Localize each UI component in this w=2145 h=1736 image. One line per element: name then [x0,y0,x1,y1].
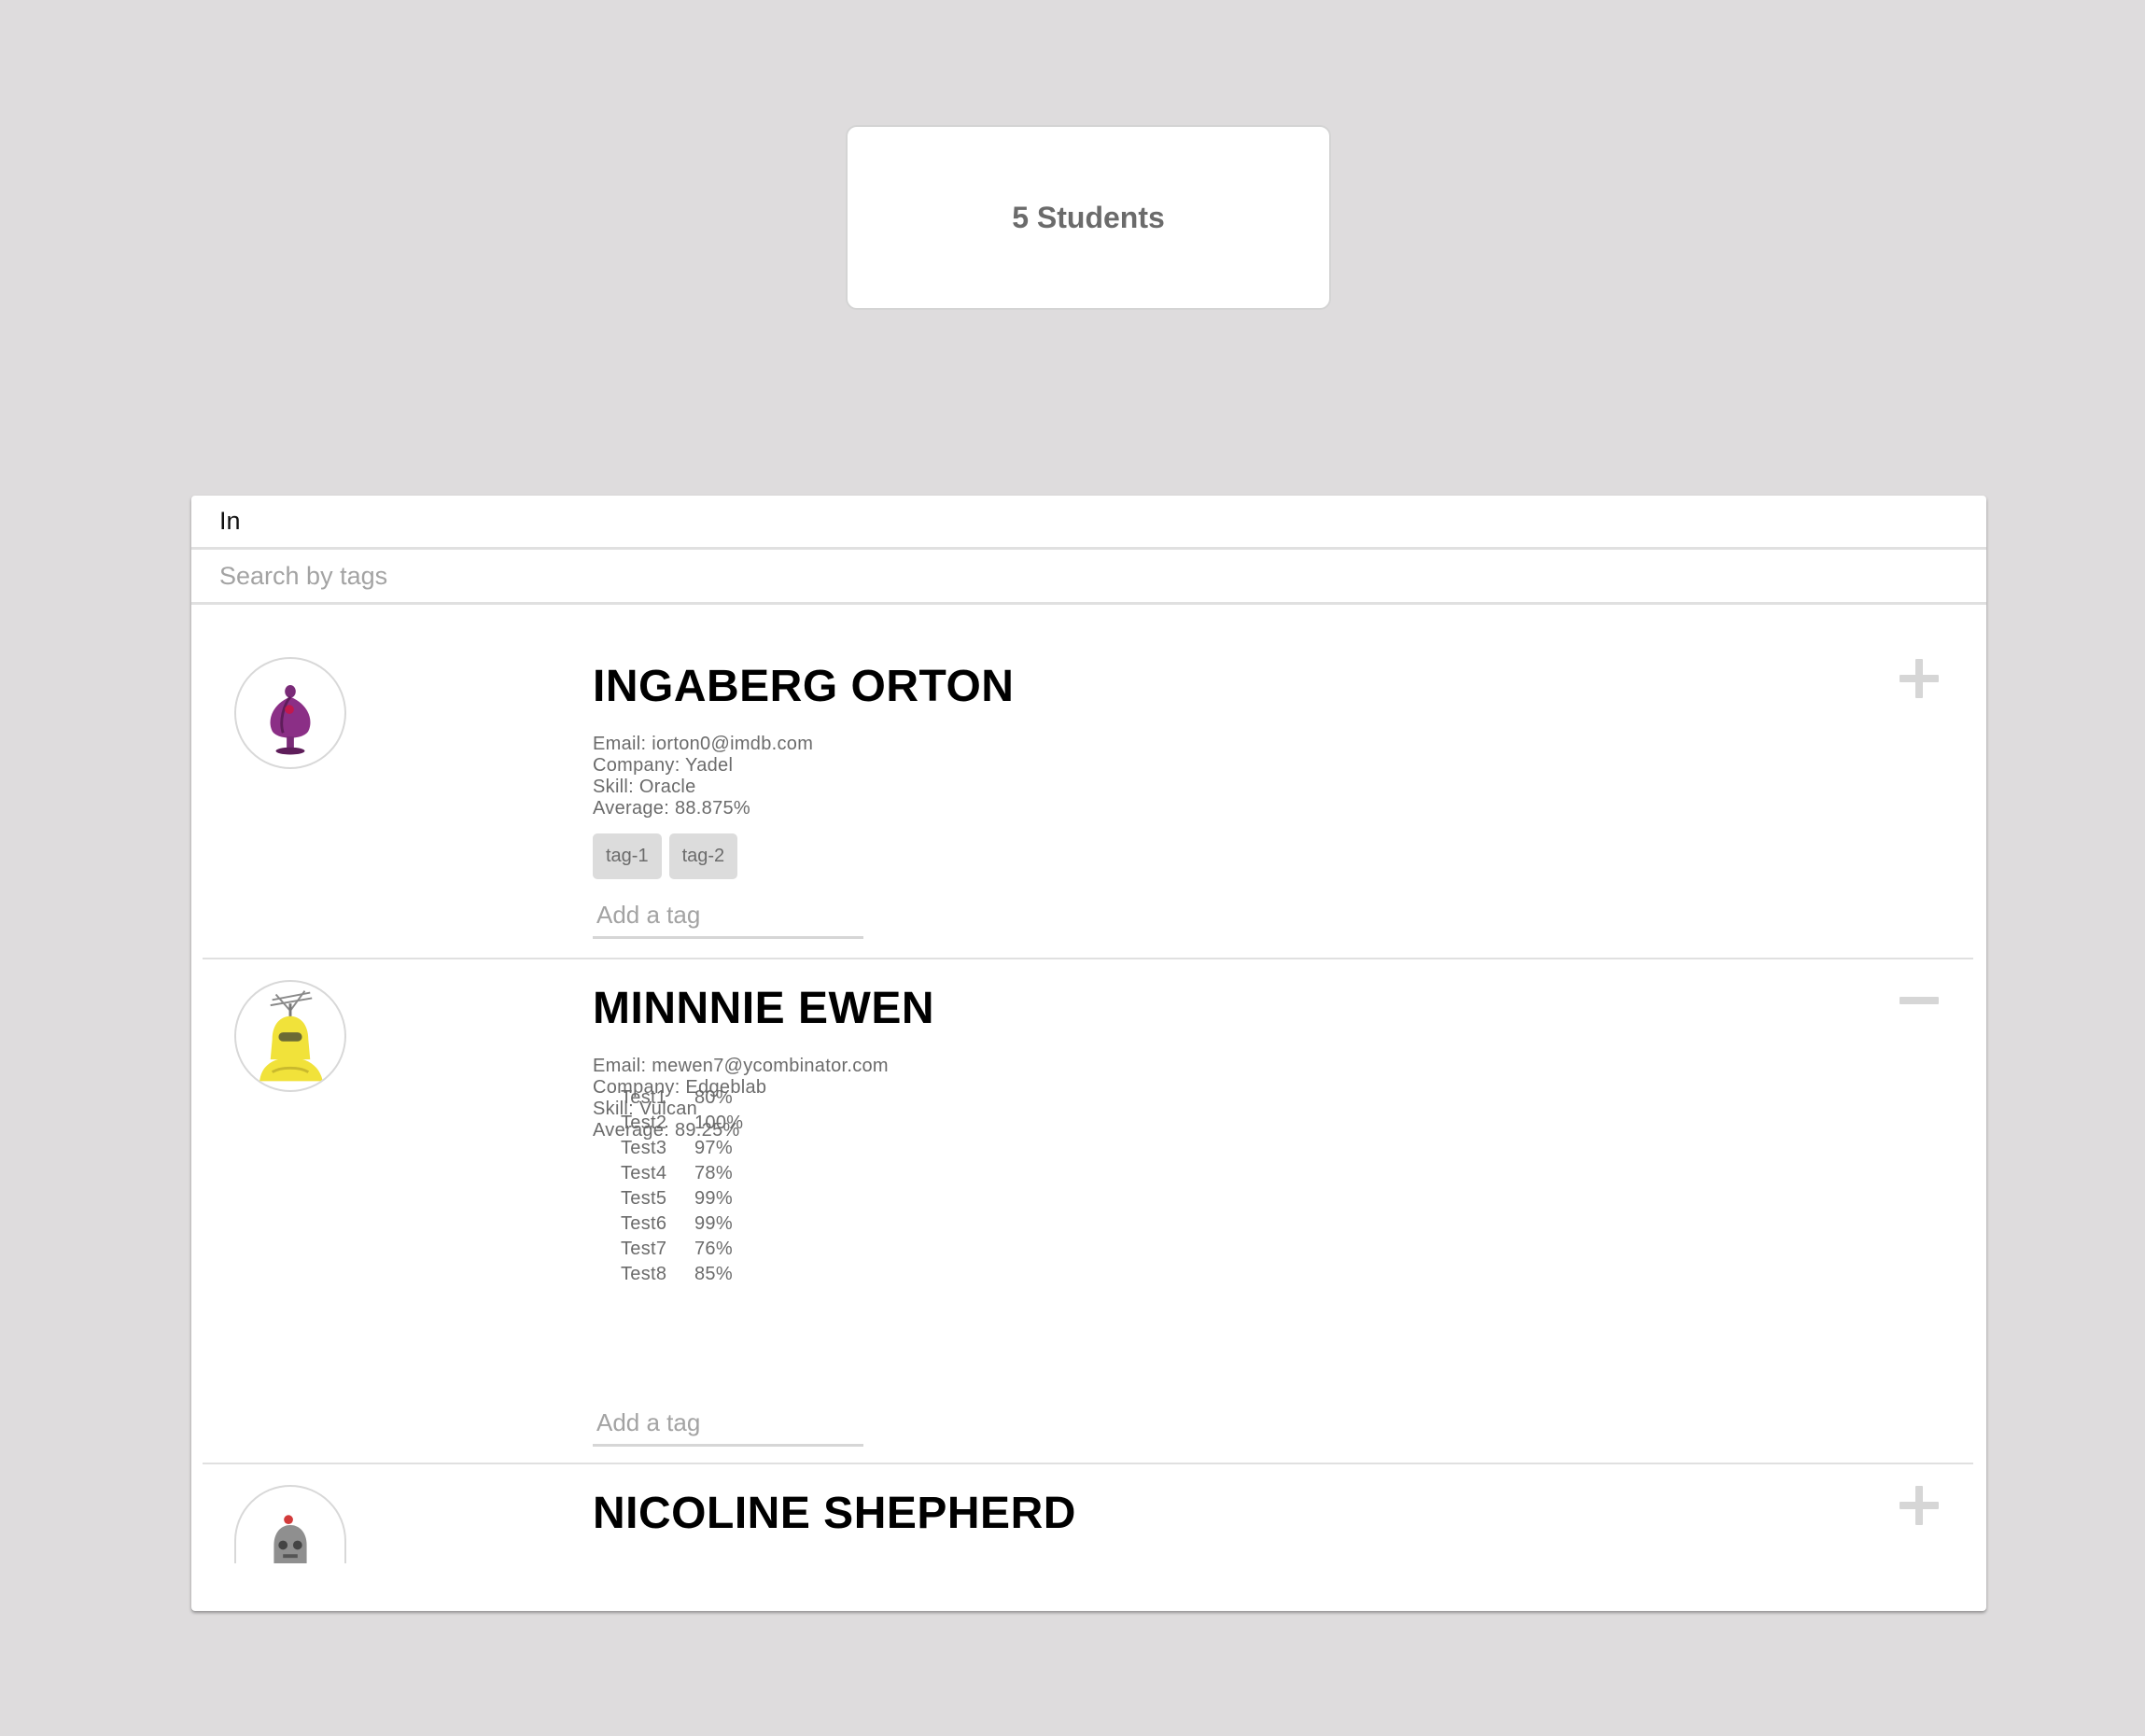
name-search-input[interactable] [219,496,1956,547]
tag-search-input[interactable] [219,551,1956,602]
student-info: Email: iorton0@imdb.com Company: Yadel S… [593,734,813,819]
student-email: Email: iorton0@imdb.com [593,734,814,754]
add-tag-input[interactable] [593,893,863,939]
student-count: 5 Students [1012,200,1165,234]
tag-chip: tag-1 [593,833,662,879]
student-name: MINNNIE EWEN [593,984,934,1033]
grade-row: Test5 99% [621,1188,733,1209]
grade-row: Test7 76% [621,1239,733,1259]
student-card: MINNNIE EWEN Email: mewen7@ycombinator.c… [203,959,1973,1464]
grade-row: Test3 97% [621,1138,733,1158]
grade-list: Test1 80% Test2 100% Test3 97% Test4 78% Tes… [621,1085,743,1287]
student-email: Email: mewen7@ycombinator.com [593,1056,889,1076]
grade-row: Test1 80% [621,1087,733,1108]
student-company: Company: Yadel [593,755,734,776]
grade-row: Test8 85% [621,1264,733,1284]
student-card: NICOLINE SHEPHERD [203,1464,1973,1611]
grade-row: Test2 100% [621,1113,744,1133]
add-tag-input[interactable] [593,1401,863,1447]
student-average: Average: 88.875% [593,798,750,819]
purple-robot-avatar [234,657,346,769]
tag-search-row [191,551,1986,605]
student-count-card: 5 Students [846,125,1331,310]
tag-list: tag-1 tag-2 [593,833,738,879]
expand-plus-icon[interactable] [1898,657,1941,700]
expand-plus-icon[interactable] [1898,1484,1941,1527]
collapse-minus-icon[interactable] [1898,979,1941,1022]
student-name: INGABERG ORTON [593,662,1015,711]
student-skill: Skill: Oracle [593,777,696,797]
grey-robot-avatar [234,1485,346,1563]
tag-chip: tag-2 [668,833,738,879]
name-search-row [191,496,1986,550]
student-card: INGABERG ORTON Email: iorton0@imdb.com C… [203,609,1973,959]
student-name: NICOLINE SHEPHERD [593,1489,1076,1538]
students-panel: INGABERG ORTON Email: iorton0@imdb.com C… [191,496,1986,1611]
grade-row: Test6 99% [621,1213,733,1234]
yellow-robot-avatar [234,980,346,1092]
grade-row: Test4 78% [621,1163,733,1183]
